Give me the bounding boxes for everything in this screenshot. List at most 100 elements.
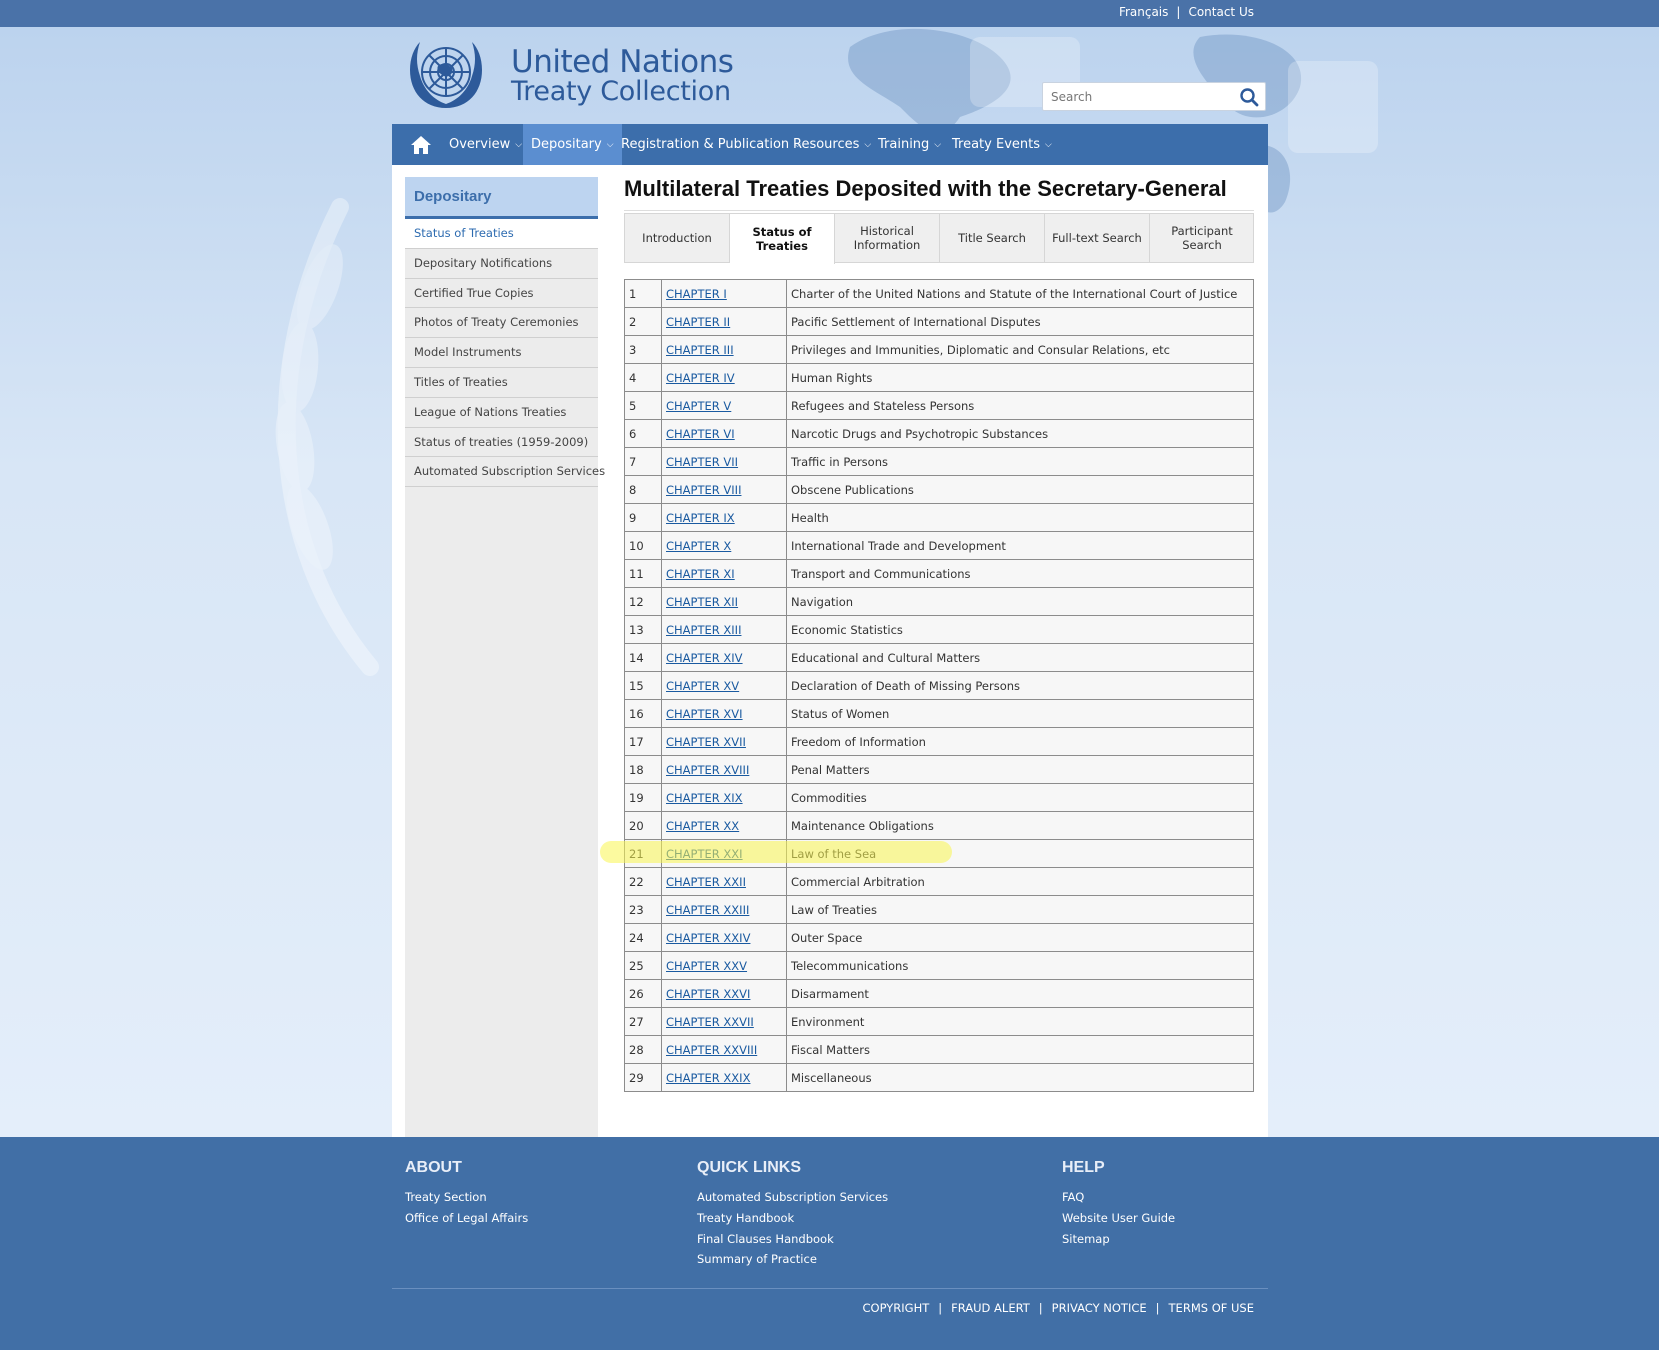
chapter-link[interactable]: CHAPTER XII [666,595,738,609]
site-footer: ABOUT Treaty Section Office of Legal Aff… [0,1137,1659,1350]
language-link-francais[interactable]: Français [1119,5,1168,19]
chapter-number: 26 [624,979,662,1008]
tab-title-search[interactable]: Title Search [940,214,1045,262]
chapter-title: Freedom of Information [786,727,1254,756]
chapter-link-cell: CHAPTER I [661,279,787,308]
nav-resources-label: Resources [793,137,860,152]
chapter-link[interactable]: CHAPTER XIX [666,791,743,805]
nav-resources[interactable]: Resources ⌵ [785,124,879,165]
nav-registration-publication[interactable]: Registration & Publication ⌵ [613,124,809,165]
chapter-link[interactable]: CHAPTER XXIX [666,1071,750,1085]
chapter-link-cell: CHAPTER XXVIII [661,1035,787,1064]
tab-participant-search[interactable]: Participant Search [1150,214,1254,262]
chapter-link[interactable]: CHAPTER IX [666,511,735,525]
nav-training[interactable]: Training ⌵ [870,124,949,165]
tab-introduction[interactable]: Introduction [625,214,730,262]
chapters-table-body: 1 CHAPTER I Charter of the United Nations … [624,279,1254,1092]
chapter-link[interactable]: CHAPTER XXV [666,959,747,973]
footer-link-terms-of-use[interactable]: TERMS OF USE [1169,1301,1254,1315]
tab-full-text-search[interactable]: Full-text Search [1045,214,1150,262]
chapter-link[interactable]: CHAPTER XXVII [666,1015,754,1029]
chapter-number: 9 [624,503,662,532]
chapter-link[interactable]: CHAPTER XXIII [666,903,749,917]
un-emblem-icon[interactable] [404,34,488,116]
chapter-link[interactable]: CHAPTER III [666,343,734,357]
chapter-link[interactable]: CHAPTER VIII [666,483,741,497]
footer-link-copyright[interactable]: COPYRIGHT [862,1301,929,1315]
tab-historical-information[interactable]: Historical Information [835,214,940,262]
footer-link-faq[interactable]: FAQ [1062,1187,1175,1208]
chapter-title: Commercial Arbitration [786,867,1254,896]
chapter-link[interactable]: CHAPTER XXVI [666,987,750,1001]
sidebar-item-certified-true-copies[interactable]: Certified True Copies [405,279,598,309]
search-input[interactable] [1051,88,1231,106]
nav-treaty-events[interactable]: Treaty Events ⌵ [944,124,1060,165]
chapter-number: 2 [624,307,662,336]
footer-link-website-user-guide[interactable]: Website User Guide [1062,1208,1175,1229]
chapter-link[interactable]: CHAPTER XVIII [666,763,749,777]
sidebar-item-status-of-treaties-1959-2009[interactable]: Status of treaties (1959-2009) [405,428,598,458]
footer-link-summary-of-practice[interactable]: Summary of Practice [697,1249,888,1270]
chapter-number: 16 [624,699,662,728]
chapter-link[interactable]: CHAPTER I [666,287,727,301]
table-row: 1 CHAPTER I Charter of the United Nations … [624,279,1254,308]
chapter-link[interactable]: CHAPTER XIV [666,651,743,665]
utility-bar: Français | Contact Us [0,0,1659,27]
footer-link-treaty-section[interactable]: Treaty Section [405,1187,528,1208]
sidebar-item-photos-of-treaty-ceremonies[interactable]: Photos of Treaty Ceremonies [405,308,598,339]
table-row: 4 CHAPTER IV Human Rights [624,363,1254,392]
chapter-link[interactable]: CHAPTER XXI [666,847,743,861]
search-icon[interactable] [1239,87,1259,107]
nav-depositary[interactable]: Depositary ⌵ [523,124,622,165]
chapter-link-cell: CHAPTER XIV [661,643,787,672]
sidebar-item-titles-of-treaties[interactable]: Titles of Treaties [405,368,598,398]
chapter-link[interactable]: CHAPTER XV [666,679,739,693]
table-row: 24 CHAPTER XXIV Outer Space [624,923,1254,952]
chapter-link-cell: CHAPTER XXIX [661,1063,787,1092]
footer-link-final-clauses-handbook[interactable]: Final Clauses Handbook [697,1229,888,1250]
chapter-number: 17 [624,727,662,756]
chapter-link[interactable]: CHAPTER XXVIII [666,1043,757,1057]
footer-link-fraud-alert[interactable]: FRAUD ALERT [951,1301,1030,1315]
chapter-link[interactable]: CHAPTER XI [666,567,735,581]
sidebar-item-model-instruments[interactable]: Model Instruments [405,338,598,368]
tab-status-of-treaties[interactable]: Status of Treaties [730,214,835,264]
chapter-link[interactable]: CHAPTER XXIV [666,931,750,945]
chapter-link[interactable]: CHAPTER XX [666,819,739,833]
footer-link-automated-subscription-services[interactable]: Automated Subscription Services [697,1187,888,1208]
title-divider [624,210,1254,211]
chapter-link[interactable]: CHAPTER VII [666,455,738,469]
footer-link-sitemap[interactable]: Sitemap [1062,1229,1175,1250]
sidebar-item-depositary-notifications[interactable]: Depositary Notifications [405,249,598,279]
chapter-link[interactable]: CHAPTER XVII [666,735,746,749]
chapter-number: 4 [624,363,662,392]
chapter-link[interactable]: CHAPTER X [666,539,731,553]
chapter-link[interactable]: CHAPTER II [666,315,730,329]
footer-help-heading: HELP [1062,1159,1105,1176]
chapter-number: 19 [624,783,662,812]
chapter-link[interactable]: CHAPTER V [666,399,731,413]
chapter-link[interactable]: CHAPTER XIII [666,623,741,637]
chapter-title: Fiscal Matters [786,1035,1254,1064]
chapter-link[interactable]: CHAPTER VI [666,427,735,441]
footer-link-privacy-notice[interactable]: PRIVACY NOTICE [1052,1301,1147,1315]
nav-overview[interactable]: Overview ⌵ [441,124,530,165]
table-row: 8 CHAPTER VIII Obscene Publications [624,475,1254,504]
chapter-link[interactable]: CHAPTER IV [666,371,735,385]
sidebar-item-automated-subscription-services[interactable]: Automated Subscription Services [405,457,605,488]
chapter-link[interactable]: CHAPTER XVI [666,707,743,721]
sidebar-item-status-of-treaties[interactable]: Status of Treaties [405,219,598,249]
chapter-title: Economic Statistics [786,615,1254,644]
contact-us-link[interactable]: Contact Us [1188,5,1254,19]
table-row: 2 CHAPTER II Pacific Settlement of Interna… [624,307,1254,336]
chapter-number: 18 [624,755,662,784]
nav-depositary-label: Depositary [531,137,602,152]
chapter-title: Health [786,503,1254,532]
footer-link-office-of-legal-affairs[interactable]: Office of Legal Affairs [405,1208,528,1229]
chapter-link[interactable]: CHAPTER XXII [666,875,746,889]
chevron-down-icon: ⌵ [1045,140,1052,150]
nav-training-label: Training [878,137,930,152]
chapter-title: Refugees and Stateless Persons [786,391,1254,420]
sidebar-item-league-of-nations-treaties[interactable]: League of Nations Treaties [405,398,598,428]
footer-link-treaty-handbook[interactable]: Treaty Handbook [697,1208,888,1229]
